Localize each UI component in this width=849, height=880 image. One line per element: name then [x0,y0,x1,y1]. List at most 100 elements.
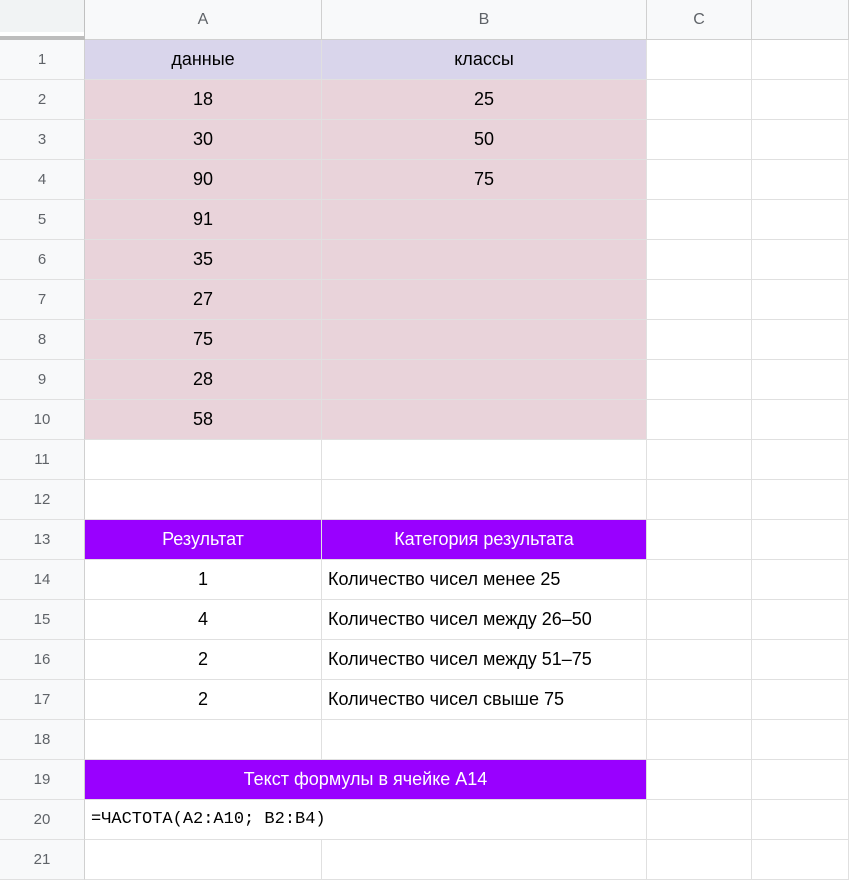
cell-b11[interactable] [322,440,647,480]
cell-c21[interactable] [647,840,752,880]
cell-d12[interactable] [752,480,849,520]
cell-c16[interactable] [647,640,752,680]
cell-b10[interactable] [322,400,647,440]
row-header-11[interactable]: 11 [0,440,85,480]
row-header-19[interactable]: 19 [0,760,85,800]
cell-c14[interactable] [647,560,752,600]
cell-b18[interactable] [322,720,647,760]
row-header-20[interactable]: 20 [0,800,85,840]
cell-a4[interactable]: 90 [85,160,322,200]
cell-d18[interactable] [752,720,849,760]
cell-a15[interactable]: 4 [85,600,322,640]
cell-c19[interactable] [647,760,752,800]
cell-c13[interactable] [647,520,752,560]
cell-c5[interactable] [647,200,752,240]
col-header-d[interactable] [752,0,849,40]
cell-c15[interactable] [647,600,752,640]
cell-c8[interactable] [647,320,752,360]
cell-d7[interactable] [752,280,849,320]
cell-a9[interactable]: 28 [85,360,322,400]
cell-a5[interactable]: 91 [85,200,322,240]
cell-c1[interactable] [647,40,752,80]
cell-a3[interactable]: 30 [85,120,322,160]
row-header-8[interactable]: 8 [0,320,85,360]
cell-a8[interactable]: 75 [85,320,322,360]
cell-d13[interactable] [752,520,849,560]
cell-b14[interactable]: Количество чисел менее 25 [322,560,647,600]
row-header-13[interactable]: 13 [0,520,85,560]
cell-d1[interactable] [752,40,849,80]
row-header-17[interactable]: 17 [0,680,85,720]
cell-c9[interactable] [647,360,752,400]
cell-a1[interactable]: данные [85,40,322,80]
cell-a17[interactable]: 2 [85,680,322,720]
cell-a2[interactable]: 18 [85,80,322,120]
cell-a19-merged[interactable]: Текст формулы в ячейке A14 [85,760,647,800]
cell-d14[interactable] [752,560,849,600]
cell-c2[interactable] [647,80,752,120]
cell-d21[interactable] [752,840,849,880]
col-header-a[interactable]: A [85,0,322,40]
cell-c17[interactable] [647,680,752,720]
cell-d6[interactable] [752,240,849,280]
row-header-7[interactable]: 7 [0,280,85,320]
cell-c7[interactable] [647,280,752,320]
cell-b5[interactable] [322,200,647,240]
cell-a10[interactable]: 58 [85,400,322,440]
cell-d15[interactable] [752,600,849,640]
row-header-21[interactable]: 21 [0,840,85,880]
row-header-4[interactable]: 4 [0,160,85,200]
cell-b7[interactable] [322,280,647,320]
cell-b21[interactable] [322,840,647,880]
row-header-12[interactable]: 12 [0,480,85,520]
cell-d11[interactable] [752,440,849,480]
row-header-18[interactable]: 18 [0,720,85,760]
cell-b1[interactable]: классы [322,40,647,80]
row-header-9[interactable]: 9 [0,360,85,400]
cell-b17[interactable]: Количество чисел свыше 75 [322,680,647,720]
cell-b2[interactable]: 25 [322,80,647,120]
cell-b12[interactable] [322,480,647,520]
cell-d19[interactable] [752,760,849,800]
cell-b4[interactable]: 75 [322,160,647,200]
cell-b13[interactable]: Категория результата [322,520,647,560]
row-header-3[interactable]: 3 [0,120,85,160]
spreadsheet-grid[interactable]: A B C 1 данные классы 2 18 25 3 30 50 4 … [0,0,849,880]
cell-c12[interactable] [647,480,752,520]
cell-c20[interactable] [647,800,752,840]
cell-d8[interactable] [752,320,849,360]
row-header-10[interactable]: 10 [0,400,85,440]
cell-c11[interactable] [647,440,752,480]
cell-c10[interactable] [647,400,752,440]
cell-b6[interactable] [322,240,647,280]
cell-a21[interactable] [85,840,322,880]
cell-a6[interactable]: 35 [85,240,322,280]
col-header-c[interactable]: C [647,0,752,40]
cell-a18[interactable] [85,720,322,760]
cell-c3[interactable] [647,120,752,160]
cell-d2[interactable] [752,80,849,120]
cell-d3[interactable] [752,120,849,160]
cell-a7[interactable]: 27 [85,280,322,320]
cell-b9[interactable] [322,360,647,400]
cell-a14[interactable]: 1 [85,560,322,600]
row-header-5[interactable]: 5 [0,200,85,240]
row-header-16[interactable]: 16 [0,640,85,680]
cell-a20-merged[interactable]: =ЧАСТОТА(A2:A10; B2:B4) [85,800,647,840]
cell-b16[interactable]: Количество чисел между 51–75 [322,640,647,680]
cell-d4[interactable] [752,160,849,200]
row-header-6[interactable]: 6 [0,240,85,280]
cell-c6[interactable] [647,240,752,280]
cell-a13[interactable]: Результат [85,520,322,560]
cell-b15[interactable]: Количество чисел между 26–50 [322,600,647,640]
cell-c18[interactable] [647,720,752,760]
cell-d9[interactable] [752,360,849,400]
row-header-15[interactable]: 15 [0,600,85,640]
select-all-corner[interactable] [0,0,85,40]
row-header-2[interactable]: 2 [0,80,85,120]
cell-b8[interactable] [322,320,647,360]
cell-d5[interactable] [752,200,849,240]
cell-c4[interactable] [647,160,752,200]
cell-a16[interactable]: 2 [85,640,322,680]
col-header-b[interactable]: B [322,0,647,40]
